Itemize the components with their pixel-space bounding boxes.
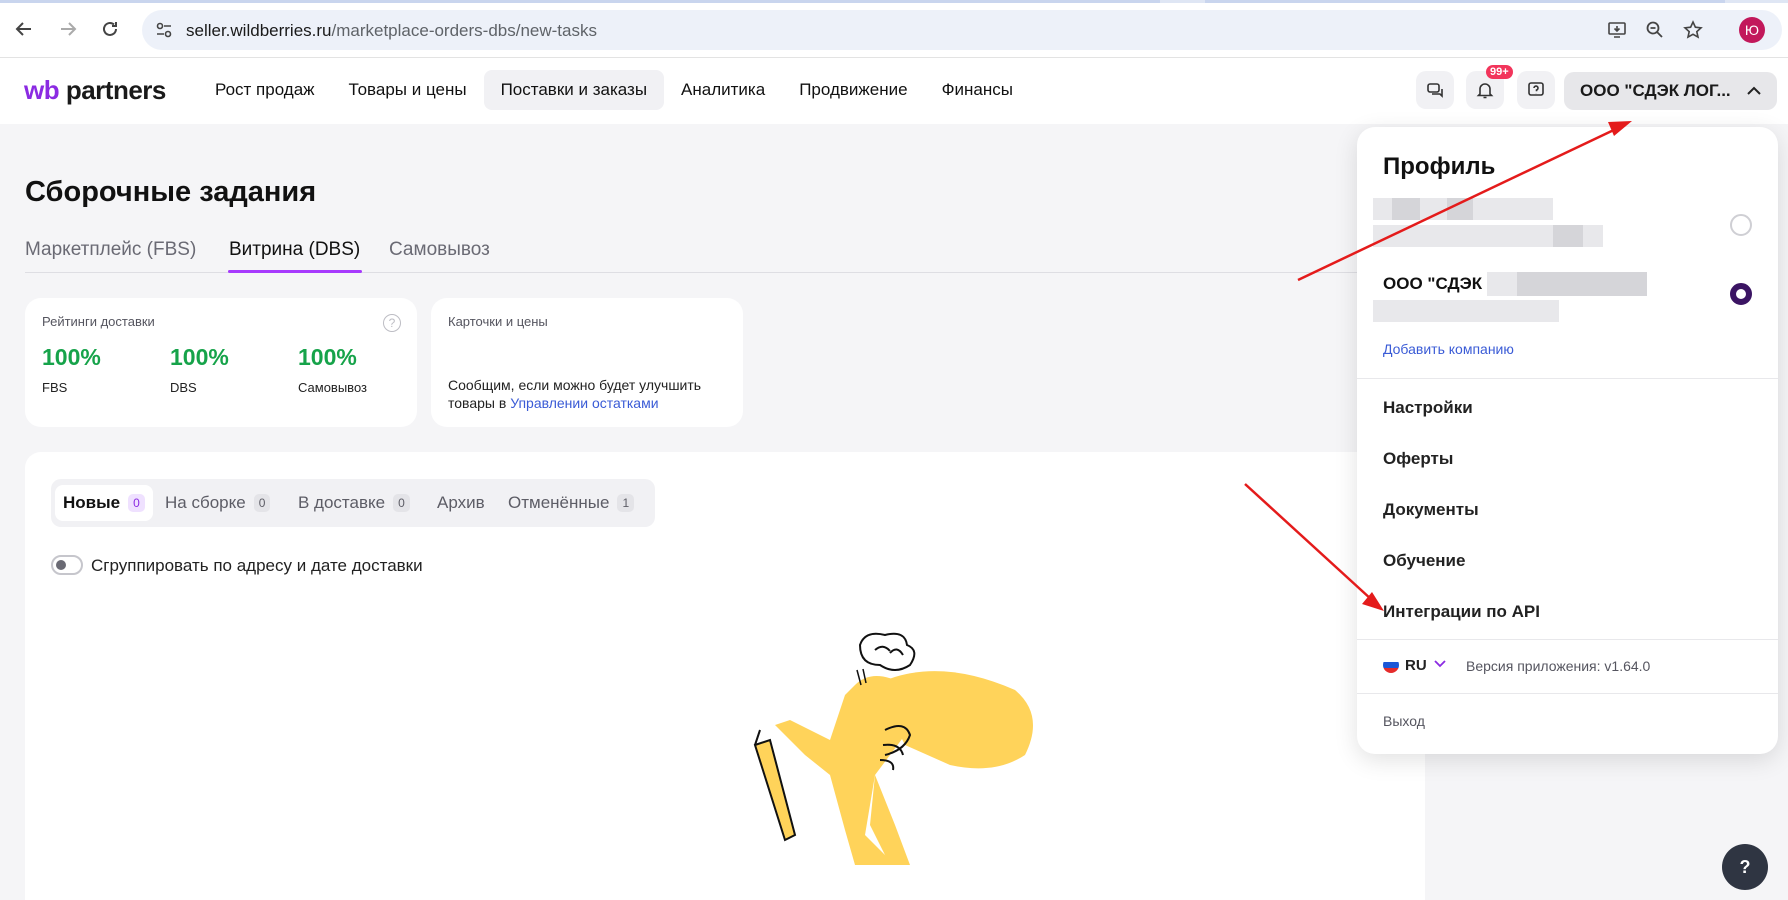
group-by-address-label: Сгруппировать по адресу и дате доставки [91,556,423,575]
tab-fbs[interactable]: Маркетплейс (FBS) [25,239,196,261]
support-button[interactable] [1517,71,1555,109]
back-icon[interactable] [11,16,37,42]
ratings-card-title: Рейтинги доставки [42,314,155,329]
empty-state-illustration [753,632,1033,865]
cards-prices-card: Карточки и цены Сообщим, если можно буде… [431,298,743,427]
rating-pickup-label: Самовывоз [298,380,367,395]
account-radio-1[interactable] [1730,214,1752,236]
selected-company-name: ООО "СДЭК [1383,274,1483,293]
nav-item-analytics[interactable]: Аналитика [664,70,782,110]
address-bar[interactable]: seller.wildberries.ru/marketplace-orders… [142,10,1782,50]
nav-item-promotion[interactable]: Продвижение [782,70,924,110]
rating-pickup-value: 100% [298,344,357,370]
menu-item-learning[interactable]: Обучение [1383,551,1465,571]
bell-icon [1476,83,1494,99]
tab-dbs[interactable]: Витрина (DBS) [229,239,360,261]
status-tab-new[interactable]: Новые 0 [55,485,153,521]
chat-icon [1427,83,1443,98]
rating-fbs-label: FBS [42,380,68,395]
menu-divider [1357,639,1778,640]
chevron-down-icon[interactable] [1432,655,1448,671]
app-header: wb partners Рост продаж Товары и цены По… [0,58,1788,124]
rating-dbs-label: DBS [170,380,197,395]
stock-management-link[interactable]: Управлении остатками [510,395,658,411]
status-tab-delivery[interactable]: В доставке 0 [298,485,410,521]
rating-fbs-value: 100% [42,344,101,370]
nav-item-products[interactable]: Товары и цены [332,70,484,110]
language-selector[interactable]: RU [1405,657,1427,674]
page-tabs: Маркетплейс (FBS) Витрина (DBS) Самовыво… [25,237,1365,273]
russia-flag-icon [1383,657,1399,673]
status-tab-cancelled[interactable]: Отменённые 1 [508,485,635,521]
prices-card-title: Карточки и цены [448,314,548,329]
notifications-badge: 99+ [1486,65,1513,79]
chat-button[interactable] [1416,71,1454,109]
menu-divider [1357,378,1778,379]
browser-tabstrip [0,0,1788,3]
nav-item-supplies-orders[interactable]: Поставки и заказы [483,70,665,110]
status-tab-archive[interactable]: Архив [437,485,485,521]
menu-item-api-integrations[interactable]: Интеграции по API [1383,602,1540,622]
install-icon[interactable] [1606,19,1628,41]
rating-dbs-value: 100% [170,344,229,370]
status-tab-assembly[interactable]: На сборке 0 [165,485,271,521]
company-switcher-button[interactable]: ООО "СДЭК ЛОГ... [1564,72,1777,110]
account-radio-2[interactable] [1730,283,1752,305]
app-version: Версия приложения: v1.64.0 [1466,658,1651,674]
company-switcher-label: ООО "СДЭК ЛОГ... [1580,81,1731,100]
page-title: Сборочные задания [25,176,317,208]
menu-divider [1357,693,1778,694]
menu-item-settings[interactable]: Настройки [1383,398,1473,418]
site-info-icon[interactable] [154,20,174,40]
main-nav: Рост продаж Товары и цены Поставки и зак… [198,70,1030,110]
menu-item-documents[interactable]: Документы [1383,500,1479,520]
help-fab-button[interactable]: ? [1722,844,1768,890]
active-tab-underline [228,270,362,273]
forward-icon[interactable] [55,16,81,42]
orders-panel: Новые 0 На сборке 0 В доставке 0 Архив Отме… [25,452,1425,900]
delivery-ratings-card: Рейтинги доставки ? 100% FBS 100% DBS 10… [25,298,417,427]
menu-item-offers[interactable]: Оферты [1383,449,1453,469]
wb-partners-logo[interactable]: wb partners [24,75,166,106]
status-segmented-control: Новые 0 На сборке 0 В доставке 0 Архив Отме… [51,479,655,527]
profile-menu-title: Профиль [1383,153,1496,180]
help-chat-icon [1528,82,1544,96]
browser-toolbar: seller.wildberries.ru/marketplace-orders… [0,0,1788,58]
profile-dropdown-menu: Профиль ООО "СДЭК Добавить компанию Наст… [1357,127,1778,754]
nav-item-growth[interactable]: Рост продаж [198,70,332,110]
zoom-icon[interactable] [1644,19,1666,41]
group-by-address-toggle[interactable] [51,555,83,575]
star-icon[interactable] [1682,19,1704,41]
chevron-up-icon [1747,86,1761,95]
reload-icon[interactable] [97,16,123,42]
help-icon[interactable]: ? [383,314,401,332]
browser-profile-avatar[interactable]: Ю [1739,17,1765,43]
tab-pickup[interactable]: Самовывоз [389,239,490,261]
notifications-button[interactable]: 99+ [1466,65,1513,109]
add-company-link[interactable]: Добавить компанию [1383,341,1514,357]
url-text: seller.wildberries.ru/marketplace-orders… [186,21,597,40]
nav-item-finance[interactable]: Финансы [925,70,1030,110]
logout-link[interactable]: Выход [1383,713,1425,729]
prices-card-text: Сообщим, если можно будет улучшить товар… [448,377,702,411]
